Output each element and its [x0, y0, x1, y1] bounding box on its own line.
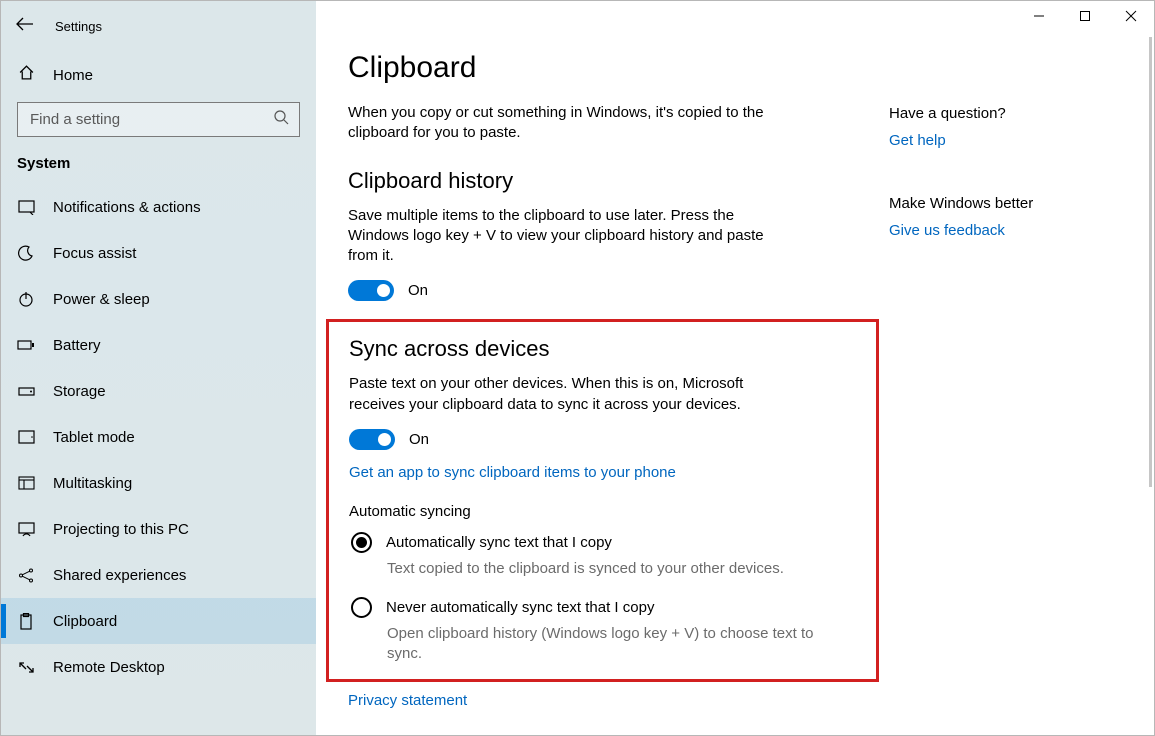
- tablet-icon: [17, 430, 35, 444]
- sidebar-item-label: Focus assist: [53, 245, 136, 262]
- sync-toggle-state: On: [409, 431, 429, 448]
- history-toggle-state: On: [408, 282, 428, 299]
- sidebar-item-label: Storage: [53, 383, 106, 400]
- category-heading: System: [1, 147, 316, 184]
- sidebar-item-label: Tablet mode: [53, 429, 135, 446]
- sidebar-item-storage[interactable]: Storage: [1, 368, 316, 414]
- sidebar-item-label: Notifications & actions: [53, 199, 201, 216]
- sync-toggle[interactable]: [349, 429, 395, 450]
- clipboard-icon: [17, 613, 35, 630]
- remote-desktop-icon: [17, 660, 35, 675]
- sidebar-item-label: Remote Desktop: [53, 659, 165, 676]
- search-input[interactable]: [17, 102, 300, 137]
- sidebar-item-label: Projecting to this PC: [53, 521, 189, 538]
- aside-feedback-title: Make Windows better: [889, 195, 1134, 212]
- sidebar-item-power-sleep[interactable]: Power & sleep: [1, 276, 316, 322]
- sidebar-item-projecting[interactable]: Projecting to this PC: [1, 506, 316, 552]
- multitasking-icon: [17, 476, 35, 490]
- sync-section-highlight: Sync across devices Paste text on your o…: [326, 319, 879, 681]
- power-icon: [17, 291, 35, 307]
- sidebar-item-notifications[interactable]: Notifications & actions: [1, 184, 316, 230]
- aside-question-title: Have a question?: [889, 105, 1134, 122]
- sidebar-item-battery[interactable]: Battery: [1, 322, 316, 368]
- sidebar-item-tablet-mode[interactable]: Tablet mode: [1, 414, 316, 460]
- moon-icon: [17, 245, 35, 261]
- sidebar-item-label: Power & sleep: [53, 291, 150, 308]
- radio-never-sync-button[interactable]: [351, 597, 372, 618]
- battery-icon: [17, 339, 35, 351]
- radio-auto-sync-label: Automatically sync text that I copy: [386, 534, 612, 551]
- get-help-link[interactable]: Get help: [889, 132, 1134, 149]
- sync-heading: Sync across devices: [349, 336, 856, 362]
- sidebar-item-label: Clipboard: [53, 613, 117, 630]
- radio-auto-sync: Automatically sync text that I copy Text…: [349, 532, 856, 579]
- give-feedback-link[interactable]: Give us feedback: [889, 222, 1134, 239]
- scrollbar[interactable]: [1149, 37, 1152, 487]
- search-field[interactable]: [28, 110, 262, 129]
- sync-body: Paste text on your other devices. When t…: [349, 374, 779, 415]
- page-intro: When you copy or cut something in Window…: [348, 103, 778, 144]
- auto-syncing-label: Automatic syncing: [349, 503, 856, 520]
- home-nav[interactable]: Home: [1, 56, 316, 94]
- home-icon: [17, 64, 35, 86]
- history-toggle[interactable]: [348, 280, 394, 301]
- history-body: Save multiple items to the clipboard to …: [348, 206, 778, 267]
- get-app-link[interactable]: Get an app to sync clipboard items to yo…: [349, 464, 856, 481]
- sidebar-item-label: Multitasking: [53, 475, 132, 492]
- privacy-link[interactable]: Privacy statement: [348, 692, 857, 709]
- sidebar-item-shared-experiences[interactable]: Shared experiences: [1, 552, 316, 598]
- radio-never-sync: Never automatically sync text that I cop…: [349, 597, 856, 665]
- back-button[interactable]: [15, 17, 35, 36]
- shared-icon: [17, 567, 35, 584]
- sidebar-item-remote-desktop[interactable]: Remote Desktop: [1, 644, 316, 690]
- sidebar-item-clipboard[interactable]: Clipboard: [1, 598, 316, 644]
- radio-never-sync-label: Never automatically sync text that I cop…: [386, 599, 654, 616]
- projecting-icon: [17, 522, 35, 537]
- sidebar: Settings Home System Notifications & act…: [1, 1, 316, 735]
- sidebar-item-label: Battery: [53, 337, 101, 354]
- sidebar-item-label: Shared experiences: [53, 567, 186, 584]
- history-heading: Clipboard history: [348, 168, 857, 194]
- radio-auto-sync-button[interactable]: [351, 532, 372, 553]
- radio-never-sync-desc: Open clipboard history (Windows logo key…: [387, 624, 817, 665]
- nav-list: Notifications & actions Focus assist Pow…: [1, 184, 316, 690]
- page-title: Clipboard: [348, 51, 857, 85]
- search-icon: [273, 109, 289, 130]
- aside: Have a question? Get help Make Windows b…: [889, 1, 1154, 735]
- storage-icon: [17, 385, 35, 397]
- sidebar-item-multitasking[interactable]: Multitasking: [1, 460, 316, 506]
- content: Clipboard When you copy or cut something…: [316, 1, 889, 735]
- radio-auto-sync-desc: Text copied to the clipboard is synced t…: [387, 559, 817, 579]
- home-label: Home: [53, 67, 93, 84]
- app-title: Settings: [55, 19, 102, 34]
- sidebar-item-focus-assist[interactable]: Focus assist: [1, 230, 316, 276]
- notifications-icon: [17, 200, 35, 215]
- main-panel: Clipboard When you copy or cut something…: [316, 1, 1154, 735]
